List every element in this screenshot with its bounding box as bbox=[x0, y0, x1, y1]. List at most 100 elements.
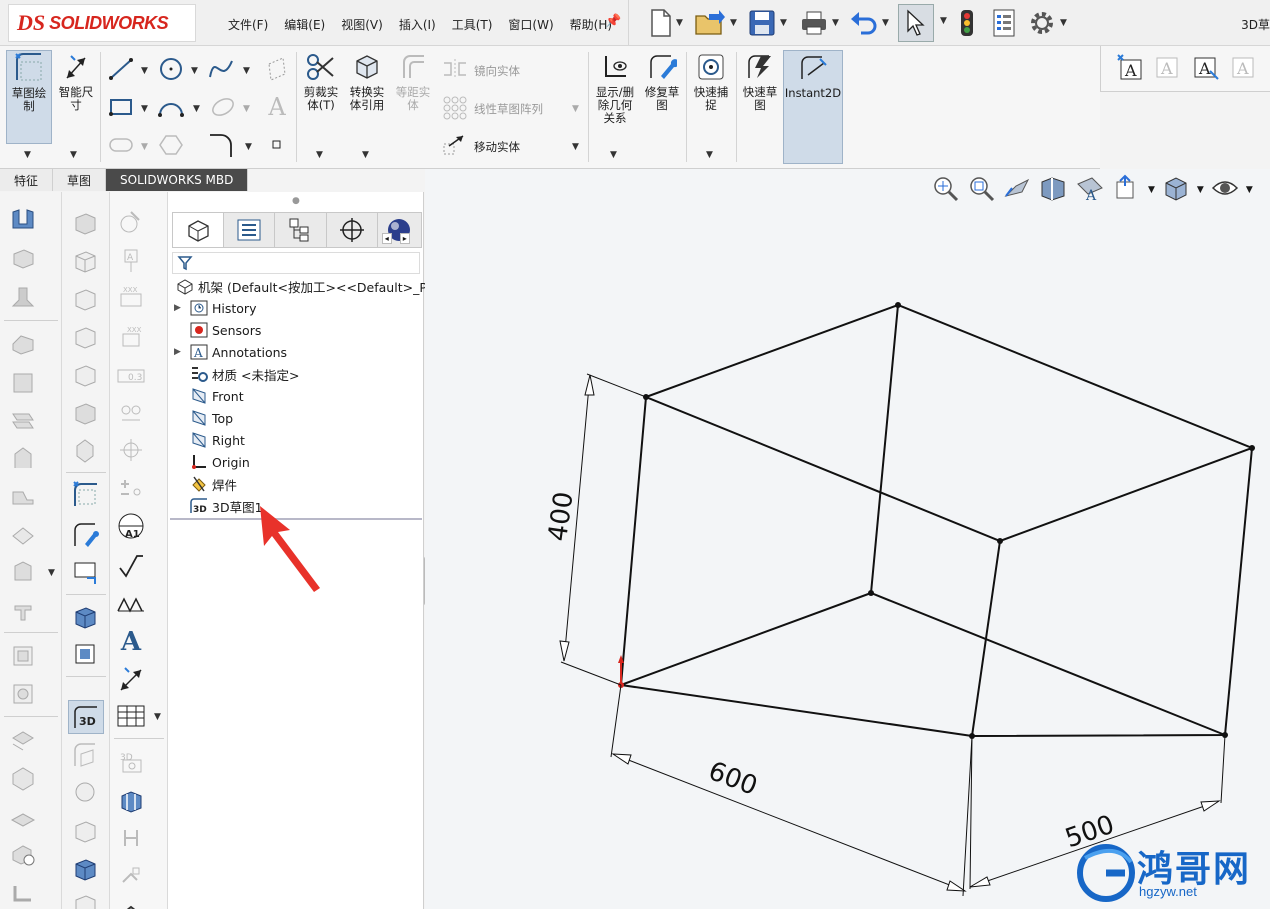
tree-item-sensors[interactable]: Sensors bbox=[174, 320, 261, 340]
trim-entities-button[interactable]: 剪裁实 体(T) bbox=[300, 50, 342, 112]
structural-member-icon[interactable] bbox=[70, 208, 100, 236]
cross-break-icon[interactable] bbox=[8, 558, 38, 586]
convert-entities-button[interactable]: 转换实 体引用 bbox=[344, 50, 390, 112]
dimxpert-manager-tab[interactable] bbox=[327, 213, 378, 247]
hem-icon[interactable] bbox=[8, 444, 38, 472]
line-tool[interactable] bbox=[106, 56, 136, 82]
publish-icon[interactable] bbox=[116, 896, 146, 909]
menu-window[interactable]: 窗口(W) bbox=[500, 14, 561, 35]
section-view-icon[interactable] bbox=[116, 786, 146, 814]
link-icon[interactable] bbox=[116, 824, 146, 852]
extrude-icon[interactable] bbox=[8, 244, 38, 272]
expand-arrow-icon[interactable]: ▶ bbox=[174, 347, 188, 357]
chevron-down-icon[interactable]: ▼ bbox=[1060, 18, 1067, 28]
options-button[interactable]: ▼ bbox=[1027, 6, 1067, 40]
open-button[interactable]: ▼ bbox=[693, 6, 737, 40]
cut-list-icon[interactable] bbox=[70, 398, 100, 426]
menu-insert[interactable]: 插入(I) bbox=[391, 14, 444, 35]
sketch-picture-icon[interactable] bbox=[70, 558, 100, 586]
sketch-icon[interactable] bbox=[70, 480, 100, 508]
tree-item-weldment[interactable]: 焊件 bbox=[174, 474, 237, 494]
chevron-down-icon[interactable]: ▼ bbox=[572, 142, 579, 152]
weldment-feature-icon[interactable] bbox=[70, 436, 100, 464]
unfold-icon[interactable] bbox=[8, 726, 38, 754]
chevron-down-icon[interactable]: ▼ bbox=[882, 18, 889, 28]
geometric-tolerance-icon[interactable] bbox=[116, 398, 146, 426]
derived-sketch-icon[interactable] bbox=[70, 778, 100, 806]
weld-bead-symbol-icon[interactable] bbox=[116, 590, 146, 618]
mirror-entities-tool[interactable] bbox=[440, 56, 470, 82]
note-style-tool[interactable]: A bbox=[1153, 54, 1183, 80]
polygon-tool[interactable] bbox=[156, 132, 186, 158]
fold-icon[interactable] bbox=[8, 764, 38, 792]
jog-icon[interactable] bbox=[8, 482, 38, 510]
tree-item-origin[interactable]: Origin bbox=[174, 452, 250, 472]
show-tolerance-icon[interactable] bbox=[116, 474, 146, 502]
curve-icon[interactable] bbox=[70, 816, 100, 844]
tab-sketch[interactable]: 草图 bbox=[53, 169, 107, 191]
scroll-right-icon[interactable]: ▸ bbox=[399, 233, 410, 244]
chevron-down-icon[interactable]: ▼ bbox=[24, 150, 31, 160]
chevron-down-icon[interactable]: ▼ bbox=[193, 104, 200, 114]
scroll-left-icon[interactable]: ◂ bbox=[381, 233, 392, 244]
panel-grip-icon[interactable]: ● bbox=[292, 196, 300, 206]
chevron-down-icon[interactable]: ▼ bbox=[940, 16, 947, 26]
chevron-down-icon[interactable]: ▼ bbox=[316, 150, 323, 160]
point-tool[interactable] bbox=[262, 132, 292, 158]
dimension-icon[interactable] bbox=[116, 666, 146, 694]
chevron-down-icon[interactable]: ▼ bbox=[832, 18, 839, 28]
annotation-text-tool[interactable]: A bbox=[1229, 54, 1259, 80]
tree-item-material[interactable]: 材质 <未指定> bbox=[174, 364, 299, 384]
menu-file[interactable]: 文件(F) bbox=[220, 14, 276, 35]
chevron-down-icon[interactable]: ▼ bbox=[141, 142, 148, 152]
datum-feature-icon[interactable]: A1 bbox=[116, 512, 146, 540]
surface-finish-check-icon[interactable] bbox=[116, 552, 146, 580]
fillet-tool[interactable] bbox=[206, 132, 236, 158]
end-cap-icon[interactable] bbox=[70, 284, 100, 312]
center-mark-icon[interactable] bbox=[116, 436, 146, 464]
note-a-icon[interactable]: A bbox=[116, 627, 146, 657]
hole-callout-icon[interactable]: XXX bbox=[116, 322, 146, 350]
rectangle-tool[interactable] bbox=[106, 94, 136, 120]
weld-bead-icon[interactable] bbox=[70, 360, 100, 388]
configuration-manager-tab[interactable] bbox=[275, 213, 327, 247]
chevron-down-icon[interactable]: ▼ bbox=[141, 104, 148, 114]
tab-features[interactable]: 特征 bbox=[0, 169, 54, 191]
tree-item-right-plane[interactable]: Right bbox=[174, 430, 245, 450]
pin-icon[interactable]: 📌 bbox=[605, 14, 621, 29]
tab-solidworks-mbd[interactable]: SOLIDWORKS MBD bbox=[106, 169, 249, 191]
menu-tools[interactable]: 工具(T) bbox=[444, 14, 501, 35]
chevron-down-icon[interactable]: ▼ bbox=[780, 18, 787, 28]
menu-view[interactable]: 视图(V) bbox=[333, 14, 391, 35]
undo-button[interactable]: ▼ bbox=[849, 6, 889, 40]
offset-entities-button[interactable]: 等距实 体 bbox=[392, 50, 434, 112]
3d-view-icon[interactable]: 3D bbox=[116, 748, 146, 776]
arc-tool[interactable] bbox=[156, 94, 186, 120]
chevron-down-icon[interactable]: ▼ bbox=[245, 142, 252, 152]
datum-target-icon[interactable]: A bbox=[116, 246, 146, 274]
corner-icon[interactable] bbox=[8, 596, 38, 624]
tree-item-annotations[interactable]: ▶ A Annotations bbox=[174, 342, 287, 362]
display-relations-button[interactable]: 显示/删 除几何 关系 bbox=[592, 50, 638, 125]
body-icon[interactable] bbox=[70, 888, 100, 909]
repair-sketch-icon[interactable] bbox=[70, 520, 100, 548]
chevron-down-icon[interactable]: ▼ bbox=[610, 150, 617, 160]
no-bends-icon[interactable] bbox=[8, 840, 38, 868]
edge-flange-icon[interactable] bbox=[8, 406, 38, 434]
linked-note-tool[interactable]: A bbox=[1191, 54, 1221, 80]
chevron-down-icon[interactable]: ▼ bbox=[706, 150, 713, 160]
menu-edit[interactable]: 编辑(E) bbox=[276, 14, 333, 35]
trim-extend-icon[interactable] bbox=[70, 246, 100, 274]
chevron-down-icon[interactable]: ▼ bbox=[141, 66, 148, 76]
pmi-icon[interactable] bbox=[116, 862, 146, 890]
spline-tool[interactable] bbox=[206, 56, 236, 82]
display-manager-tab[interactable]: ◂ ▸ bbox=[378, 213, 421, 247]
sheet-metal-icon[interactable] bbox=[8, 206, 38, 234]
file-properties-button[interactable] bbox=[991, 6, 1017, 40]
chevron-down-icon[interactable]: ▼ bbox=[154, 712, 161, 722]
property-manager-tab[interactable] bbox=[224, 213, 276, 247]
chevron-down-icon[interactable]: ▼ bbox=[70, 150, 77, 160]
base-flange-icon[interactable] bbox=[8, 368, 38, 396]
save-button[interactable]: ▼ bbox=[747, 6, 787, 40]
solid-body-icon[interactable] bbox=[70, 602, 100, 630]
